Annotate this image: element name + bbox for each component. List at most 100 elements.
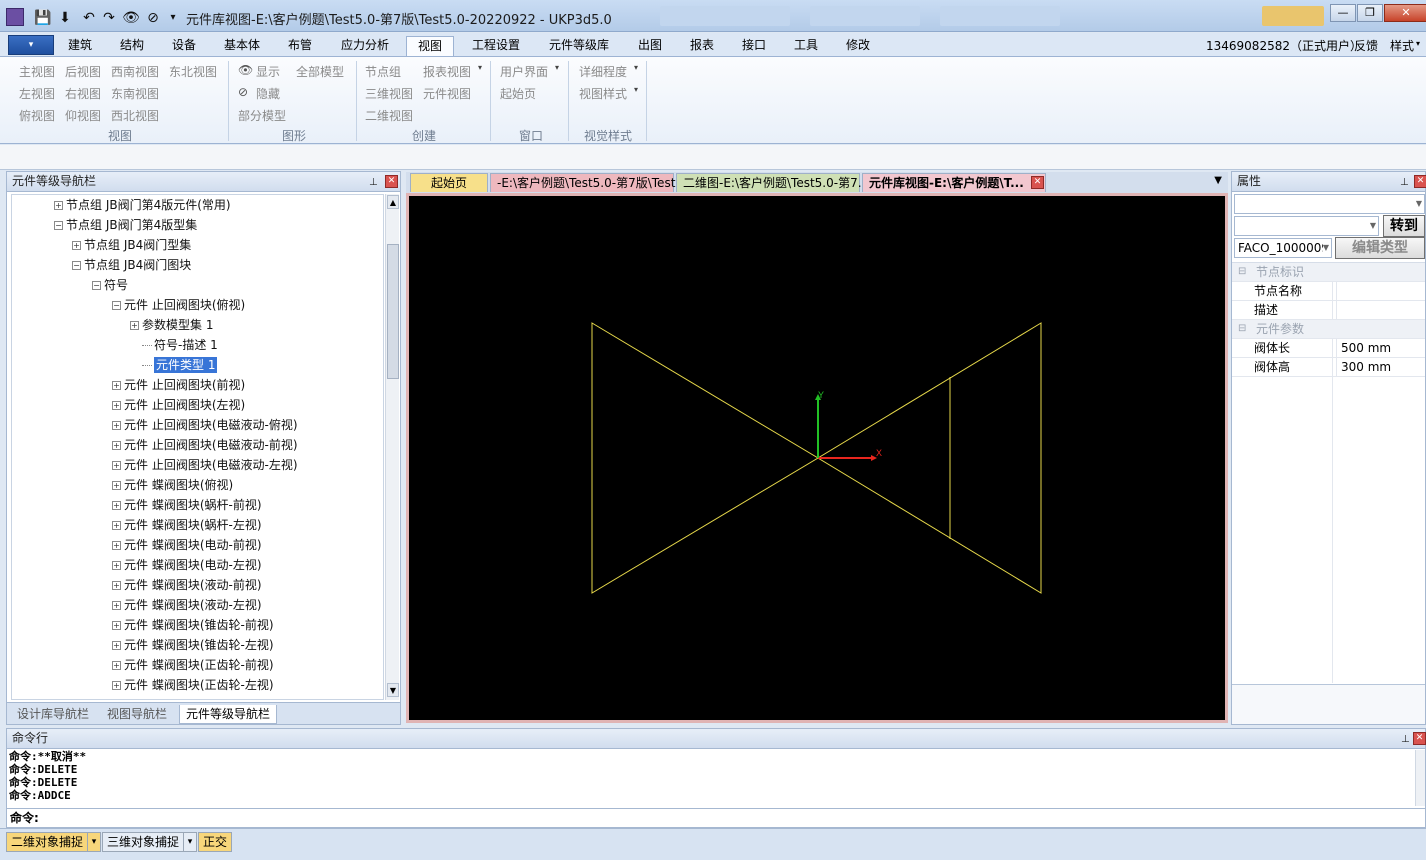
canvas-area[interactable]: X Y — [409, 196, 1225, 720]
front-view-button[interactable]: 主视图 — [19, 63, 55, 80]
southeast-view-button[interactable]: 东南视图 — [111, 85, 159, 102]
tree-item[interactable]: + 节点组 JB4阀门型集 — [72, 235, 191, 255]
pin-icon[interactable]: ⊥ — [1401, 730, 1410, 749]
3d-object-snap-toggle[interactable]: 三维对象捕捉 — [102, 832, 185, 852]
scrollbar-thumb[interactable] — [387, 244, 399, 379]
tab-structure[interactable]: 结构 — [118, 36, 146, 56]
bottom-view-button[interactable]: 仰视图 — [65, 107, 101, 124]
expand-icon[interactable]: + — [112, 481, 121, 490]
expand-icon[interactable]: + — [112, 581, 121, 590]
tree-item[interactable]: + 元件 蝶阀图块(液动-前视) — [112, 575, 262, 595]
tree-item[interactable]: + 元件 蝶阀图块(蜗杆-前视) — [112, 495, 262, 515]
restore-button[interactable]: ❐ — [1357, 4, 1383, 22]
close-button[interactable]: ✕ — [1384, 4, 1426, 22]
close-icon[interactable]: ✕ — [385, 175, 398, 188]
expand-icon[interactable]: + — [112, 521, 121, 530]
collapse-icon[interactable]: − — [92, 281, 101, 290]
tree-item[interactable]: + 参数模型集 1 — [130, 315, 213, 335]
expand-icon[interactable]: + — [72, 241, 81, 250]
back-view-button[interactable]: 后视图 — [65, 63, 101, 80]
property-row[interactable]: 阀体长 500 mm — [1232, 339, 1425, 358]
app-menu-button[interactable]: ▾ — [8, 35, 54, 55]
style-dropdown-icon[interactable]: ▾ — [1416, 39, 1420, 48]
property-value[interactable] — [1336, 282, 1341, 300]
tree-item[interactable]: + 元件 蝶阀图块(电动-左视) — [112, 555, 262, 575]
expand-icon[interactable]: + — [112, 541, 121, 550]
property-value[interactable] — [1336, 301, 1341, 319]
goto-selector[interactable]: ▼ — [1234, 216, 1379, 236]
pin-icon[interactable]: ⊥ — [1400, 173, 1409, 192]
download-icon[interactable]: ⬇ — [56, 9, 74, 27]
tab-equipment[interactable]: 设备 — [170, 36, 198, 56]
close-icon[interactable]: ✕ — [1414, 175, 1426, 188]
property-row[interactable]: 节点名称 — [1232, 282, 1425, 301]
tab-report[interactable]: 报表 — [688, 36, 716, 56]
tree-item[interactable]: + 元件 蝶阀图块(液动-左视) — [112, 595, 262, 615]
northeast-view-button[interactable]: 东北视图 — [169, 63, 217, 80]
tab-view[interactable]: 视图 — [406, 36, 455, 56]
left-view-button[interactable]: 左视图 — [19, 85, 55, 102]
tab-list-dropdown-icon[interactable]: ▼ — [1214, 175, 1222, 186]
view-style-dropdown-icon[interactable]: ▾ — [634, 85, 638, 94]
2d-view-button[interactable]: 二维视图 — [365, 107, 413, 124]
southwest-view-button[interactable]: 西南视图 — [111, 63, 159, 80]
tab-piping[interactable]: 布管 — [286, 36, 314, 56]
report-view-dropdown-icon[interactable]: ▾ — [478, 63, 482, 72]
eye-off-icon[interactable]: ⊘ — [144, 9, 162, 27]
minimize-button[interactable]: — — [1330, 4, 1356, 22]
user-interface-dropdown-icon[interactable]: ▾ — [555, 63, 559, 72]
close-icon[interactable]: ✕ — [1413, 732, 1426, 745]
partial-model-button[interactable]: 部分模型 — [238, 107, 286, 124]
tab-modify[interactable]: 修改 — [844, 36, 872, 56]
component-view-button[interactable]: 元件视图 — [423, 85, 471, 102]
property-row[interactable]: 描述 — [1232, 301, 1425, 320]
tree-item[interactable]: − 符号 — [92, 275, 128, 295]
doc-tab-component-view[interactable]: 元件库视图-E:\客户例题\T... ✕ — [862, 173, 1046, 192]
expand-icon[interactable]: + — [112, 601, 121, 610]
scroll-up-icon[interactable]: ▲ — [387, 195, 399, 209]
command-input[interactable]: 命令: — [7, 808, 1425, 827]
2d-object-snap-toggle[interactable]: 二维对象捕捉 — [6, 832, 89, 852]
tab-architecture[interactable]: 建筑 — [66, 36, 94, 56]
expand-icon[interactable]: + — [112, 621, 121, 630]
type-selector[interactable]: FACO_1000009 ▼ — [1234, 238, 1332, 258]
property-category[interactable]: ⊟ 元件参数 — [1232, 320, 1425, 339]
start-page-button[interactable]: 起始页 — [500, 85, 536, 102]
command-scrollbar[interactable] — [1415, 750, 1425, 806]
tree-item[interactable]: + 元件 蝶阀图块(锥齿轮-前视) — [112, 615, 274, 635]
redo-icon[interactable]: ↷ — [100, 9, 118, 27]
tree-item[interactable]: + 元件 止回阀图块(左视) — [112, 395, 245, 415]
tree-item[interactable]: + 元件 止回阀图块(电磁液动-左视) — [112, 455, 298, 475]
tab-component-library[interactable]: 元件等级库 — [547, 36, 611, 56]
tab-project-settings[interactable]: 工程设置 — [470, 36, 522, 56]
tree-item[interactable]: + 元件 蝶阀图块(蜗杆-左视) — [112, 515, 262, 535]
property-value[interactable]: 500 mm — [1336, 339, 1391, 357]
tab-view-nav[interactable]: 视图导航栏 — [101, 705, 173, 724]
tree-scrollbar[interactable]: ▲ ▼ — [385, 194, 399, 700]
detail-level-dropdown-icon[interactable]: ▾ — [634, 63, 638, 72]
edit-type-button[interactable]: 编辑类型 — [1335, 237, 1425, 259]
ortho-toggle[interactable]: 正交 — [198, 832, 233, 852]
collapse-icon[interactable]: − — [112, 301, 121, 310]
tree-item[interactable]: − 节点组 JB4阀门图块 — [72, 255, 191, 275]
expand-icon[interactable]: + — [112, 641, 121, 650]
quick-access-dropdown-icon[interactable]: ▾ — [164, 9, 182, 27]
drawing-viewport[interactable]: X Y — [406, 193, 1228, 723]
user-interface-button[interactable]: 用户界面 — [500, 63, 548, 80]
collapse-icon[interactable]: − — [54, 221, 63, 230]
tree-item[interactable]: + 节点组 JB阀门第4版元件(常用) — [54, 195, 231, 215]
report-view-button[interactable]: 报表视图 — [423, 63, 471, 80]
expand-icon[interactable]: + — [112, 401, 121, 410]
tab-design-library-nav[interactable]: 设计库导航栏 — [11, 705, 95, 724]
tab-component-level-nav[interactable]: 元件等级导航栏 — [179, 705, 278, 724]
style-menu[interactable]: 样式 — [1390, 37, 1414, 54]
expand-icon[interactable]: + — [112, 681, 121, 690]
expand-icon[interactable]: + — [54, 201, 63, 210]
all-models-button[interactable]: 全部模型 — [296, 63, 344, 80]
property-value[interactable]: 300 mm — [1336, 358, 1391, 376]
tab-interface[interactable]: 接口 — [740, 36, 768, 56]
expand-icon[interactable]: + — [112, 661, 121, 670]
northwest-view-button[interactable]: 西北视图 — [111, 107, 159, 124]
doc-tab-start-page[interactable]: 起始页 — [410, 173, 488, 192]
hide-button[interactable]: 隐藏 — [256, 85, 280, 102]
